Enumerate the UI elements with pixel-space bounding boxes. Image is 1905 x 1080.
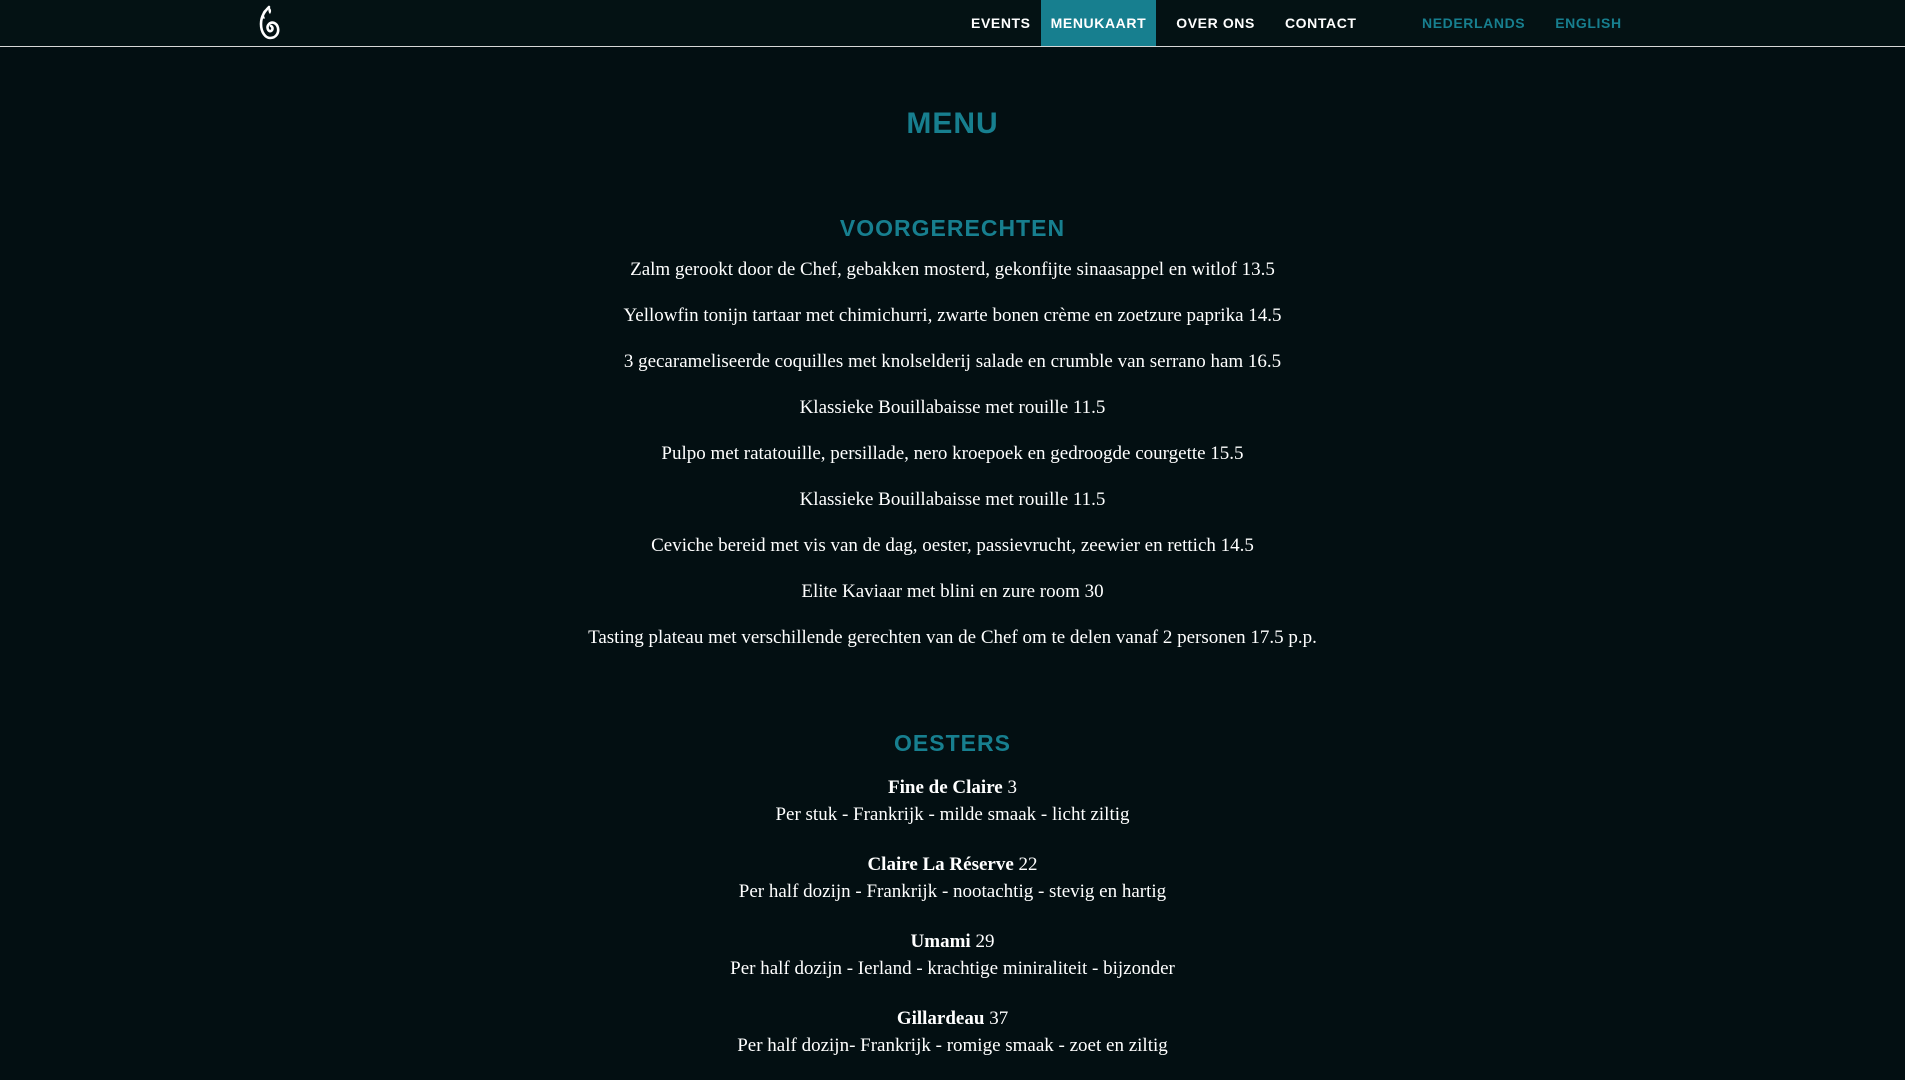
- oyster-price: 37: [989, 1008, 1009, 1029]
- dish-item: Klassieke Bouillabaisse met rouille 11.5: [799, 397, 1106, 418]
- oyster-price: 22: [1018, 854, 1038, 875]
- oyster-name: Umami: [910, 931, 971, 952]
- oyster-item: Claire La Réserve 22 Per half dozijn - F…: [0, 851, 1905, 905]
- section-voorgerechten: VOORGERECHTEN Zalm gerookt door de Chef,…: [0, 213, 1905, 649]
- flame-swirl-logo-icon[interactable]: [255, 4, 283, 42]
- nav-item-contact[interactable]: CONTACT: [1275, 0, 1367, 46]
- oyster-name: Fine de Claire: [888, 777, 1003, 798]
- oyster-description: Per half dozijn - Ierland - krachtige mi…: [730, 958, 1175, 979]
- oyster-list: Fine de Claire 3 Per stuk - Frankrijk - …: [0, 774, 1905, 1059]
- oyster-description: Per half dozijn- Frankrijk - romige smaa…: [737, 1035, 1168, 1056]
- main-nav: EVENTS MENUKAART OVER ONS CONTACT: [961, 0, 1367, 46]
- page-title: MENU: [906, 107, 999, 140]
- oyster-price: 3: [1007, 777, 1017, 798]
- dish-item: Ceviche bereid met vis van de dag, oeste…: [651, 535, 1254, 556]
- language-switcher: NEDERLANDS ENGLISH: [1422, 0, 1652, 46]
- nav-item-events[interactable]: EVENTS: [961, 0, 1041, 46]
- oyster-name: Gillardeau: [896, 1008, 985, 1029]
- language-link-english[interactable]: ENGLISH: [1555, 15, 1621, 31]
- section-title-voorgerechten: VOORGERECHTEN: [839, 215, 1066, 241]
- dish-item: Zalm gerookt door de Chef, gebakken most…: [630, 259, 1275, 280]
- top-navbar: EVENTS MENUKAART OVER ONS CONTACT NEDERL…: [0, 0, 1905, 47]
- oyster-description: Per half dozijn - Frankrijk - nootachtig…: [738, 881, 1167, 902]
- oyster-price: 29: [975, 931, 995, 952]
- section-title-oesters: OESTERS: [894, 730, 1011, 756]
- dish-list: Zalm gerookt door de Chef, gebakken most…: [0, 259, 1905, 649]
- oyster-item: Gillardeau 37 Per half dozijn- Frankrijk…: [0, 1005, 1905, 1059]
- dish-item: Elite Kaviaar met blini en zure room 30: [801, 581, 1104, 602]
- dish-item: Tasting plateau met verschillende gerech…: [588, 627, 1317, 648]
- nav-item-over-ons[interactable]: OVER ONS: [1166, 0, 1265, 46]
- oyster-item: Umami 29 Per half dozijn - Ierland - kra…: [0, 928, 1905, 982]
- menu-content: MENU VOORGERECHTEN Zalm gerookt door de …: [0, 46, 1905, 1059]
- dish-item: Klassieke Bouillabaisse met rouille 11.5: [799, 489, 1106, 510]
- dish-item: Yellowfin tonijn tartaar met chimichurri…: [623, 305, 1282, 326]
- section-oesters: OESTERS Fine de Claire 3 Per stuk - Fran…: [0, 728, 1905, 1059]
- oyster-item: Fine de Claire 3 Per stuk - Frankrijk - …: [0, 774, 1905, 828]
- dish-item: Pulpo met ratatouille, persillade, nero …: [661, 443, 1244, 464]
- oyster-description: Per stuk - Frankrijk - milde smaak - lic…: [775, 804, 1130, 825]
- language-link-nederlands[interactable]: NEDERLANDS: [1422, 15, 1525, 31]
- nav-item-menukaart[interactable]: MENUKAART: [1040, 0, 1157, 46]
- dish-item: 3 gecarameliseerde coquilles met knolsel…: [623, 351, 1282, 372]
- oyster-name: Claire La Réserve: [867, 854, 1014, 875]
